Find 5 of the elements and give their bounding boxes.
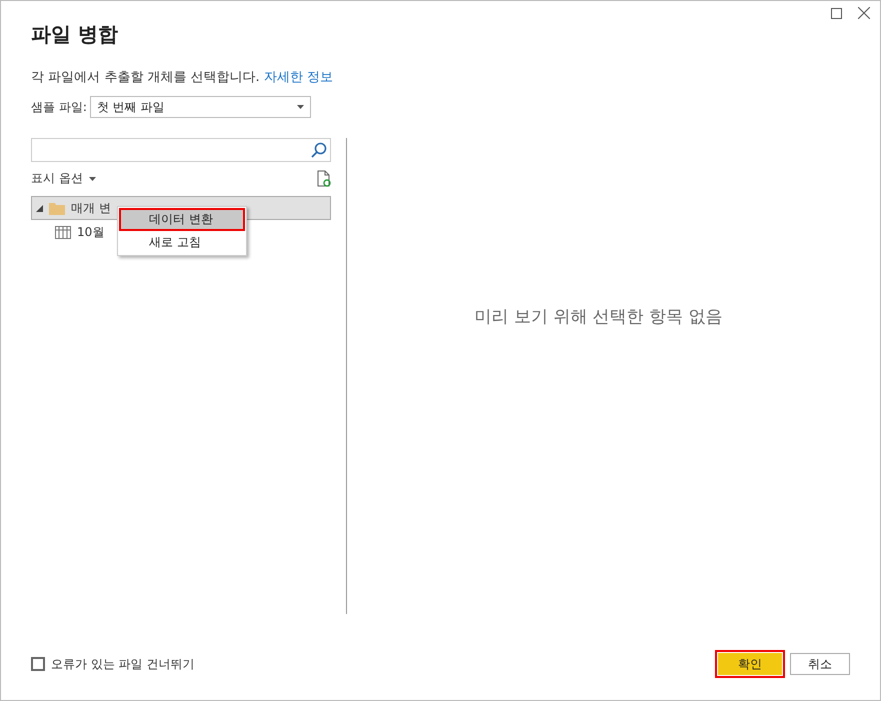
window-title: 파일 병합	[31, 21, 119, 48]
sample-file-label: 샘플 파일:	[31, 98, 87, 116]
empty-preview-message: 미리 보기 위해 선택한 항목 없음	[474, 306, 723, 328]
checkbox-label: 오류가 있는 파일 건너뛰기	[51, 656, 194, 672]
description: 각 파일에서 추출할 개체를 선택합니다. 자세한 정보	[31, 69, 334, 86]
